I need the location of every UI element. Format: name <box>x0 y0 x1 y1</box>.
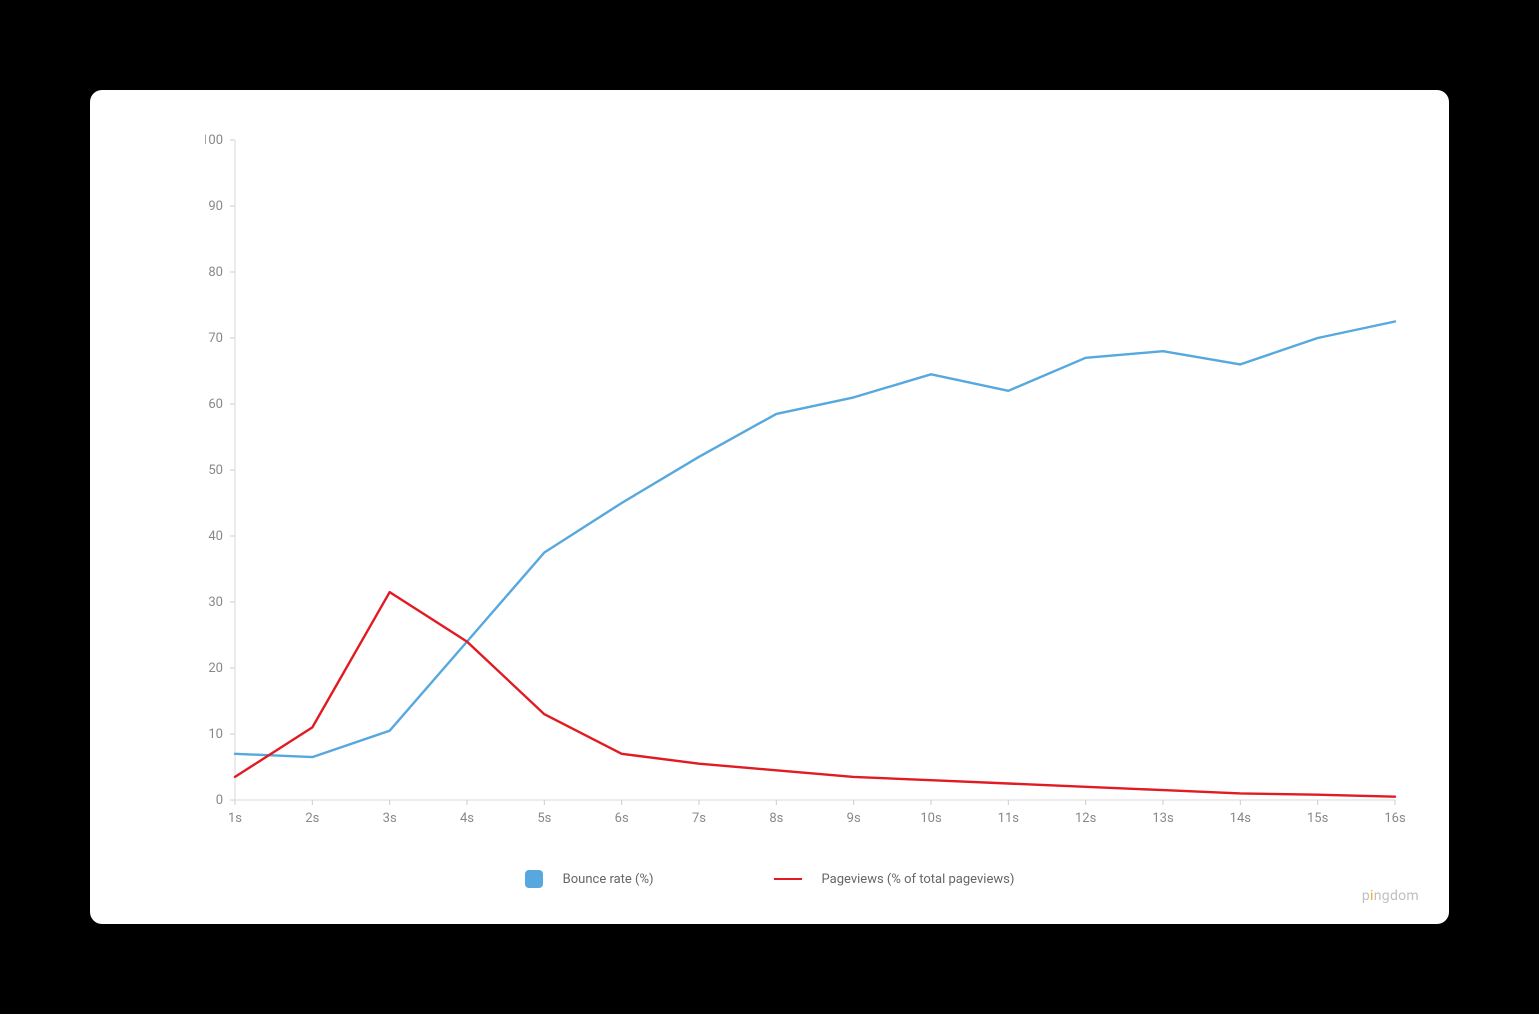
y-tick-label: 30 <box>208 595 223 610</box>
y-tick-label: 0 <box>216 793 223 808</box>
y-tick-label: 50 <box>208 463 223 478</box>
series-bounce-rate <box>235 322 1395 758</box>
chart-card: 0 10 20 30 40 50 60 70 80 90 100 1s 2s 3s 4s 5s 6s 7s 8s 9s… <box>90 90 1449 924</box>
chart-svg: 0 10 20 30 40 50 60 70 80 90 100 1s 2s 3s 4s 5s 6s 7s 8s 9s… <box>205 130 1405 830</box>
y-tick-label: 100 <box>205 133 223 148</box>
x-tick-label: 10s <box>920 811 942 826</box>
line-chart: 0 10 20 30 40 50 60 70 80 90 100 1s 2s 3s 4s 5s 6s 7s 8s 9s… <box>205 130 1405 830</box>
x-tick-label: 8s <box>769 811 783 826</box>
y-tick-label: 20 <box>208 661 223 676</box>
y-tick-label: 40 <box>208 529 223 544</box>
x-tick-label: 16s <box>1384 811 1405 826</box>
x-tick-label: 11s <box>998 811 1020 826</box>
outer-frame: 0 10 20 30 40 50 60 70 80 90 100 1s 2s 3s 4s 5s 6s 7s 8s 9s… <box>80 80 1459 934</box>
x-tick-label: 15s <box>1307 811 1329 826</box>
legend-swatch-blue <box>525 870 543 888</box>
attribution-text: pingdom <box>1362 888 1419 904</box>
x-tick-label: 7s <box>692 811 706 826</box>
legend-item-pageviews: Pageviews (% of total pageviews) <box>774 872 1015 887</box>
attribution: pingdom <box>1362 888 1419 904</box>
legend-item-bounce-rate: Bounce rate (%) <box>525 870 654 888</box>
legend-label: Bounce rate (%) <box>563 872 654 887</box>
legend: Bounce rate (%) Pageviews (% of total pa… <box>90 870 1449 888</box>
y-tick-label: 10 <box>208 727 223 742</box>
x-tick-label: 13s <box>1152 811 1174 826</box>
legend-label: Pageviews (% of total pageviews) <box>822 872 1015 887</box>
x-tick-label: 1s <box>228 811 242 826</box>
x-tick-label: 3s <box>383 811 397 826</box>
x-tick-label: 5s <box>537 811 551 826</box>
x-tick-label: 6s <box>615 811 629 826</box>
x-tick-label: 4s <box>460 811 474 826</box>
y-tick-label: 70 <box>208 331 223 346</box>
y-tick-label: 80 <box>208 265 223 280</box>
y-tick-label: 90 <box>208 199 223 214</box>
x-tick-label: 2s <box>305 811 319 826</box>
legend-swatch-red <box>774 878 802 880</box>
y-tick-label: 60 <box>208 397 223 412</box>
x-tick-label: 9s <box>847 811 861 826</box>
x-tick-label: 14s <box>1230 811 1252 826</box>
series-pageviews <box>235 592 1395 797</box>
x-tick-label: 12s <box>1075 811 1097 826</box>
